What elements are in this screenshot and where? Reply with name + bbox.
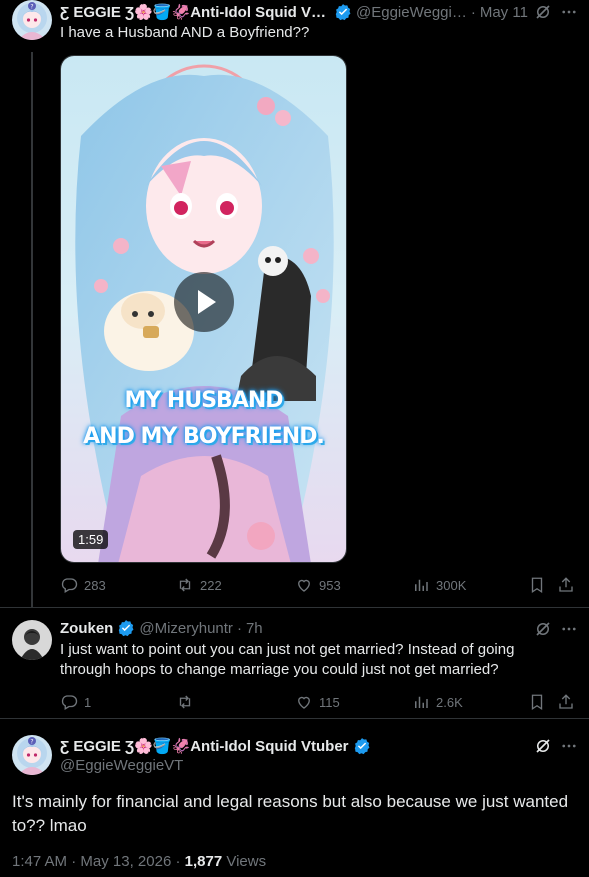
author-name[interactable]: Ƹ EGGIE Ʒ🌸🪣🦑Anti-Idol Squid Vtuber	[60, 737, 349, 755]
reply-count: 283	[84, 577, 106, 593]
verified-badge-icon	[119, 620, 134, 637]
bookmark-button[interactable]	[528, 693, 546, 711]
grok-icon[interactable]	[534, 620, 552, 638]
bookmark-icon	[531, 577, 543, 594]
reply-button[interactable]: 1	[60, 693, 91, 711]
thread-line	[31, 52, 33, 608]
repost-icon	[179, 695, 191, 709]
reply-header: Zouken @Mizeryhuntr · 7h	[60, 618, 520, 638]
separator-dot: ·	[236, 619, 242, 637]
like-count: 953	[319, 577, 341, 593]
avatar-eggie[interactable]: ?	[12, 0, 52, 40]
author-handle[interactable]: @EggieWeggieVT	[60, 757, 183, 774]
post-actions: 283 222 953 300K	[60, 576, 580, 596]
views-button[interactable]: 300K	[412, 576, 466, 594]
author-name[interactable]: Ƹ EGGIE Ʒ🌸🪣🦑Anti-Idol Squid Vt…	[60, 3, 330, 21]
views-icon	[415, 696, 428, 708]
meta-separator: ·	[71, 853, 77, 870]
more-options-icon[interactable]	[560, 3, 578, 21]
views-count: 2.6K	[436, 694, 463, 710]
repost-count: 222	[200, 577, 222, 593]
like-button[interactable]: 953	[295, 576, 341, 594]
post-full-date[interactable]: May 13, 2026	[80, 853, 171, 870]
reply-button[interactable]: 283	[60, 576, 106, 594]
main-post-header: Ƹ EGGIE Ʒ🌸🪣🦑Anti-Idol Squid Vtuber	[60, 736, 520, 756]
share-icon	[559, 577, 573, 592]
post-time[interactable]: 1:47 AM	[12, 853, 67, 870]
views-count: 300K	[436, 577, 467, 593]
post-date[interactable]: May 11	[480, 4, 528, 21]
heart-icon	[298, 696, 310, 709]
repost-button[interactable]	[176, 693, 194, 711]
main-post-text: It's mainly for financial and legal reas…	[12, 792, 569, 835]
reply-text-line1: I just want to point out you can just no…	[60, 641, 515, 658]
post-text: I have a Husband AND a Boyfriend??	[60, 24, 310, 41]
share-button[interactable]	[557, 693, 575, 711]
reply-post[interactable]: Zouken @Mizeryhuntr · 7h I just want to …	[0, 608, 589, 718]
svg-text:?: ?	[30, 4, 33, 11]
verified-badge-icon	[335, 4, 351, 21]
grok-icon[interactable]	[534, 737, 552, 755]
reply-author-name[interactable]: Zouken	[60, 620, 113, 637]
verified-badge-icon	[354, 738, 369, 755]
video-overlay-line1: MY HUSBAND	[124, 388, 283, 413]
grok-icon[interactable]	[534, 3, 552, 21]
post-header: Ƹ EGGIE Ʒ🌸🪣🦑Anti-Idol Squid Vt… @EggieWe…	[60, 2, 540, 22]
post-meta: 1:47 AM · May 13, 2026 · 1,877 Views	[12, 853, 266, 870]
views-button[interactable]: 2.6K	[412, 693, 463, 711]
share-icon	[559, 694, 573, 709]
views-icon	[415, 579, 428, 591]
more-options-icon[interactable]	[560, 620, 578, 638]
reply-author-handle[interactable]: @Mizeryhuntr	[139, 620, 233, 637]
views-total: 1,877	[184, 853, 223, 870]
reply-actions: 1 115 2.6K	[60, 693, 580, 713]
video-duration: 1:59	[73, 530, 109, 549]
svg-text:?: ?	[30, 739, 33, 746]
video-overlay-line2: AND MY BOYFRIEND.	[83, 424, 325, 449]
video-thumbnail[interactable]: MY HUSBAND AND MY BOYFRIEND. 1:59	[60, 55, 347, 563]
like-count: 115	[319, 694, 340, 710]
separator-dot: ·	[470, 3, 476, 21]
repost-button[interactable]: 222	[176, 576, 222, 594]
reply-count: 1	[84, 694, 92, 710]
avatar-eggie[interactable]: ?	[12, 735, 52, 775]
like-button[interactable]: 115	[295, 693, 340, 711]
original-post[interactable]: ? Ƹ EGGIE Ʒ🌸🪣🦑Anti-Idol Squid Vt… @Eggie…	[0, 0, 589, 608]
reply-icon	[61, 695, 78, 710]
reply-text-line2: through hoops to change marriage you cou…	[60, 661, 499, 678]
main-post-handle-line: @EggieWeggieVT	[60, 755, 183, 775]
play-button[interactable]	[174, 272, 234, 332]
heart-icon	[298, 579, 310, 592]
bookmark-icon	[531, 694, 543, 711]
views-label: Views	[226, 853, 267, 870]
author-handle[interactable]: @EggieWeggi…	[356, 4, 467, 21]
share-button[interactable]	[557, 576, 575, 594]
meta-separator: ·	[175, 853, 181, 870]
reply-date[interactable]: 7h	[246, 620, 263, 637]
bookmark-button[interactable]	[528, 576, 546, 594]
more-options-icon[interactable]	[560, 737, 578, 755]
repost-icon	[179, 578, 191, 592]
avatar-zouken[interactable]	[12, 620, 52, 660]
reply-icon	[61, 578, 78, 593]
